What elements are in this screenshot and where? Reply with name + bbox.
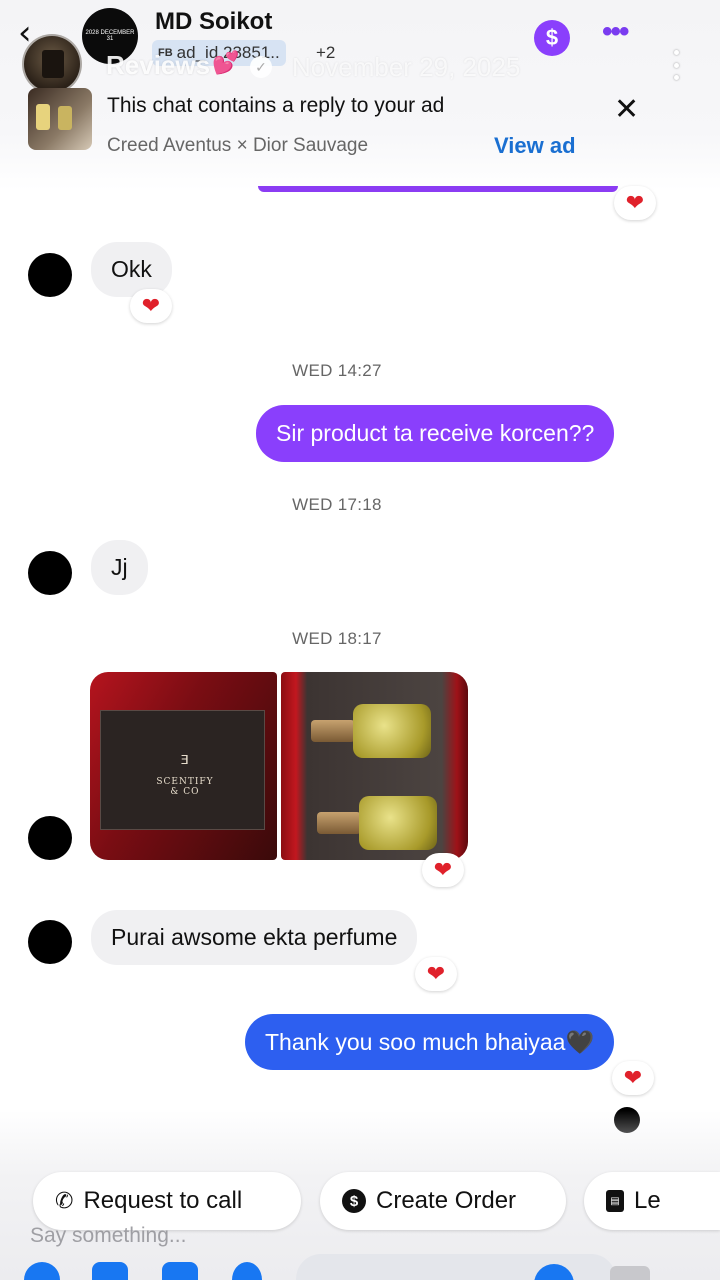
ad-banner-text: This chat contains a reply to your ad [107,94,445,117]
product-photo-bag[interactable]: ᴲ SCENTIFY & CO [90,672,277,860]
ad-banner-subtitle: Creed Aventus × Dior Sauvage [107,135,369,156]
story-avatar [22,34,82,94]
close-icon[interactable]: ✕ [614,92,639,127]
third-action-button[interactable]: ▤ Le [584,1172,720,1230]
heart-reaction[interactable]: ❤ [415,957,457,991]
avatar-text: 2028 DECEMBER 31 [85,30,135,42]
view-ad-link[interactable]: View ad [494,133,576,159]
like-icon[interactable] [610,1266,650,1280]
hearts-emoji: 💕 [212,50,240,75]
sender-avatar[interactable] [28,253,72,297]
incoming-message[interactable]: Purai awsome ekta perfume [91,910,418,965]
outgoing-message[interactable]: Sir product ta receive korcen?? [256,405,615,462]
perfume-bottle [359,796,437,850]
chip-label: Create Order [376,1187,517,1214]
camera-icon[interactable] [92,1262,128,1280]
story-date: November 29, 2025 [292,52,521,82]
verified-badge-icon: ✓ [250,56,272,78]
timestamp: WED 17:18 [292,495,382,514]
request-to-call-button[interactable]: ✆ Request to call [33,1172,301,1230]
heart-reaction[interactable]: ❤ [614,186,656,220]
sender-avatar[interactable] [28,920,72,964]
brand-logo: ᴲ SCENTIFY & CO [156,752,214,797]
document-icon: ▤ [606,1190,624,1212]
dollar-icon: $ [342,1189,366,1213]
story-reply-placeholder[interactable]: Say something... [30,1224,186,1248]
heart-reaction[interactable]: ❤ [130,289,172,323]
product-photo-bottles[interactable] [281,672,468,860]
story-username: Reviews [106,50,211,80]
timestamp: WED 14:27 [292,361,382,380]
bottle-cap [317,812,361,834]
sender-avatar[interactable] [28,816,72,860]
incoming-message[interactable]: Jj [91,540,148,595]
heart-reaction[interactable]: ❤ [422,853,464,887]
outgoing-message[interactable]: Thank you soo much bhaiyaa🖤 [245,1014,615,1070]
ad-thumbnail[interactable] [28,88,92,150]
contact-name[interactable]: MD Soikot [155,8,272,36]
bottle-cap [311,720,355,742]
phone-plus-icon: ✆ [55,1188,74,1213]
chip-label: Request to call [83,1187,243,1214]
create-order-button[interactable]: $ Create Order [320,1172,566,1230]
timestamp: WED 18:17 [292,629,382,648]
heart-reaction[interactable]: ❤ [612,1061,654,1095]
chip-label: Le [634,1187,661,1214]
payment-dollar-icon[interactable]: $ [534,20,570,56]
sender-avatar[interactable] [28,551,72,595]
more-options-icon[interactable]: ••• [602,17,629,47]
perfume-bottle [353,704,431,758]
story-more-icon[interactable] [668,50,684,80]
gallery-icon[interactable] [162,1262,198,1280]
previous-outgoing-bubble[interactable] [258,186,618,192]
